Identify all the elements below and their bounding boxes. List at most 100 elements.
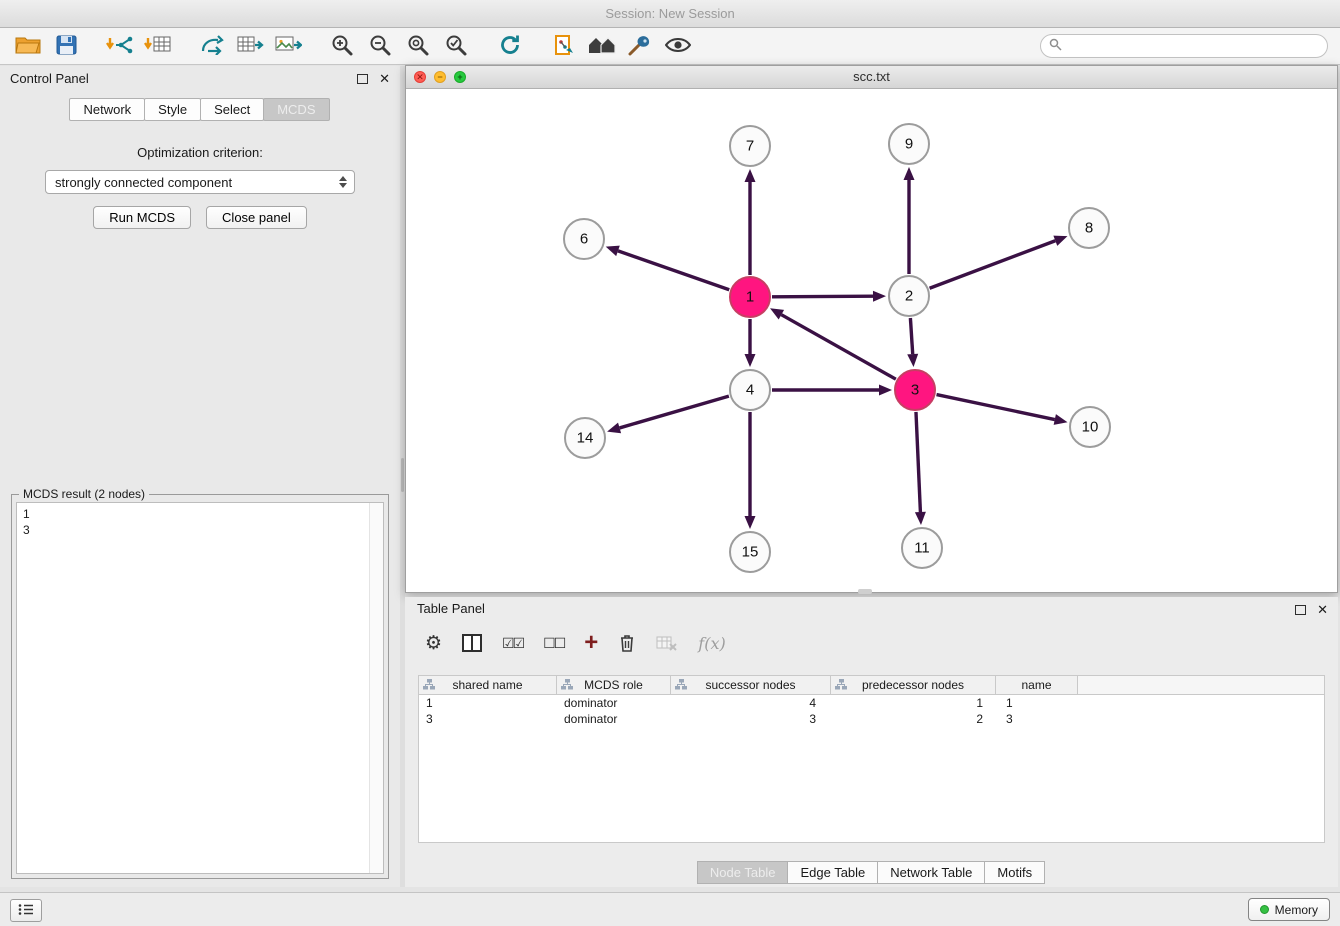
new-network-from-selection-button[interactable] [548, 32, 580, 60]
run-mcds-button[interactable]: Run MCDS [93, 206, 191, 229]
optimization-criterion-dropdown[interactable]: strongly connected component [45, 170, 355, 194]
svg-text:4: 4 [746, 382, 754, 399]
deselect-all-rows-icon[interactable]: ☐☐ [543, 635, 564, 652]
network-window: ✕ − + scc.txt 7 9 6 8 1 2 4 3 14 10 15 11 [405, 65, 1338, 593]
float-panel-icon[interactable] [357, 74, 368, 84]
graph-edge-2-8[interactable] [930, 236, 1068, 289]
svg-text:1: 1 [746, 289, 754, 306]
table-row[interactable]: 3 dominator 3 2 3 [419, 711, 1324, 727]
graph-node-7[interactable]: 7 [730, 126, 770, 166]
refresh-view-button[interactable] [494, 32, 526, 60]
import-network-button[interactable] [104, 32, 136, 60]
save-session-button[interactable] [50, 32, 82, 60]
tab-network[interactable]: Network [69, 98, 145, 121]
zoom-selected-button[interactable] [440, 32, 472, 60]
window-zoom-icon[interactable]: + [454, 71, 466, 83]
table-row[interactable]: 1 dominator 4 1 1 [419, 695, 1324, 711]
apply-style-button[interactable] [624, 32, 656, 60]
delete-row-icon[interactable] [618, 633, 636, 653]
zoom-out-button[interactable] [364, 32, 396, 60]
svg-text:2: 2 [905, 288, 913, 305]
graph-node-9[interactable]: 9 [889, 124, 929, 164]
window-close-icon[interactable]: ✕ [414, 71, 426, 83]
tab-motifs[interactable]: Motifs [984, 861, 1045, 884]
delete-table-icon[interactable] [656, 634, 678, 652]
tab-style[interactable]: Style [144, 98, 201, 121]
graph-edge-1-7[interactable] [745, 169, 756, 275]
table-toolbar: ⚙ ☑☑ ☐☐ + f(x) [405, 621, 1338, 661]
mcds-result-list[interactable]: 1 3 [16, 502, 384, 874]
graph-node-4[interactable]: 4 [730, 370, 770, 410]
float-table-panel-icon[interactable] [1295, 605, 1306, 615]
column-header-predecessor-nodes[interactable]: predecessor nodes [831, 676, 996, 694]
graph-edge-4-15[interactable] [745, 412, 756, 529]
tab-network-table[interactable]: Network Table [877, 861, 985, 884]
search-box[interactable] [1040, 34, 1328, 58]
zoom-fit-button[interactable] [402, 32, 434, 60]
apply-function-icon[interactable]: f(x) [698, 634, 725, 653]
result-scrollbar[interactable] [369, 503, 383, 873]
zoom-in-button[interactable] [326, 32, 358, 60]
close-table-panel-icon[interactable]: ✕ [1317, 598, 1328, 622]
app-title: Session: New Session [605, 6, 734, 21]
column-header-successor-nodes[interactable]: successor nodes [671, 676, 831, 694]
window-minimize-icon[interactable]: − [434, 71, 446, 83]
export-network-button[interactable] [196, 32, 228, 60]
tab-mcds[interactable]: MCDS [263, 98, 329, 121]
column-header-shared-name[interactable]: shared name [419, 676, 557, 694]
import-table-button[interactable] [142, 32, 174, 60]
tab-edge-table[interactable]: Edge Table [787, 861, 878, 884]
add-row-icon[interactable]: + [584, 633, 598, 653]
tab-node-table[interactable]: Node Table [697, 861, 789, 884]
horizontal-splitter[interactable] [858, 589, 872, 594]
graph-node-2[interactable]: 2 [889, 276, 929, 316]
network-graph[interactable]: 7 9 6 8 1 2 4 3 14 10 15 11 [406, 88, 1337, 592]
close-panel-icon[interactable]: ✕ [379, 66, 390, 92]
graph-edge-4-14[interactable] [607, 396, 729, 433]
graph-node-11[interactable]: 11 [902, 528, 942, 568]
mcds-result-item[interactable]: 1 [23, 506, 377, 522]
task-history-button[interactable] [10, 899, 42, 922]
column-header-name[interactable]: name [996, 676, 1078, 694]
save-floppy-icon [56, 35, 77, 58]
graph-edge-3-10[interactable] [937, 395, 1068, 425]
search-input[interactable] [1067, 38, 1319, 54]
graph-edge-1-4[interactable] [745, 319, 756, 367]
select-all-rows-icon[interactable]: ☑☑ [502, 635, 523, 652]
graph-edge-2-9[interactable] [904, 167, 915, 274]
network-window-titlebar[interactable]: ✕ − + scc.txt [406, 66, 1337, 89]
graph-node-6[interactable]: 6 [564, 219, 604, 259]
export-table-button[interactable] [234, 32, 266, 60]
tab-select[interactable]: Select [200, 98, 264, 121]
svg-text:3: 3 [911, 382, 919, 399]
graph-node-15[interactable]: 15 [730, 532, 770, 572]
graph-node-8[interactable]: 8 [1069, 208, 1109, 248]
table-settings-icon[interactable]: ⚙ [425, 634, 442, 653]
graph-node-14[interactable]: 14 [565, 418, 605, 458]
network-canvas[interactable]: 7 9 6 8 1 2 4 3 14 10 15 11 [406, 88, 1337, 592]
import-table-icon [144, 35, 172, 58]
graph-node-10[interactable]: 10 [1070, 407, 1110, 447]
close-panel-button[interactable]: Close panel [206, 206, 307, 229]
graph-node-1[interactable]: 1 [730, 277, 770, 317]
export-table-icon [236, 35, 264, 58]
export-image-button[interactable] [272, 32, 304, 60]
graph-edge-4-3[interactable] [772, 385, 892, 396]
sort-icon [561, 679, 573, 693]
app-titlebar: Session: New Session [0, 0, 1340, 28]
mcds-result-item[interactable]: 3 [23, 522, 377, 538]
sort-icon [423, 679, 435, 693]
node-table[interactable]: shared name MCDS role successor nodes pr… [418, 675, 1325, 843]
graph-edge-1-6[interactable] [606, 246, 730, 290]
memory-button[interactable]: Memory [1248, 898, 1330, 921]
show-hide-button[interactable] [662, 32, 694, 60]
graph-edge-1-2[interactable] [772, 291, 886, 302]
graph-edge-3-1[interactable] [770, 308, 896, 379]
column-header-mcds-role[interactable]: MCDS role [557, 676, 671, 694]
graph-node-3[interactable]: 3 [895, 370, 935, 410]
open-session-button[interactable] [12, 32, 44, 60]
graph-edge-3-11[interactable] [915, 412, 926, 525]
first-neighbors-button[interactable] [586, 32, 618, 60]
graph-edge-2-3[interactable] [907, 318, 918, 367]
show-columns-icon[interactable] [462, 634, 482, 652]
